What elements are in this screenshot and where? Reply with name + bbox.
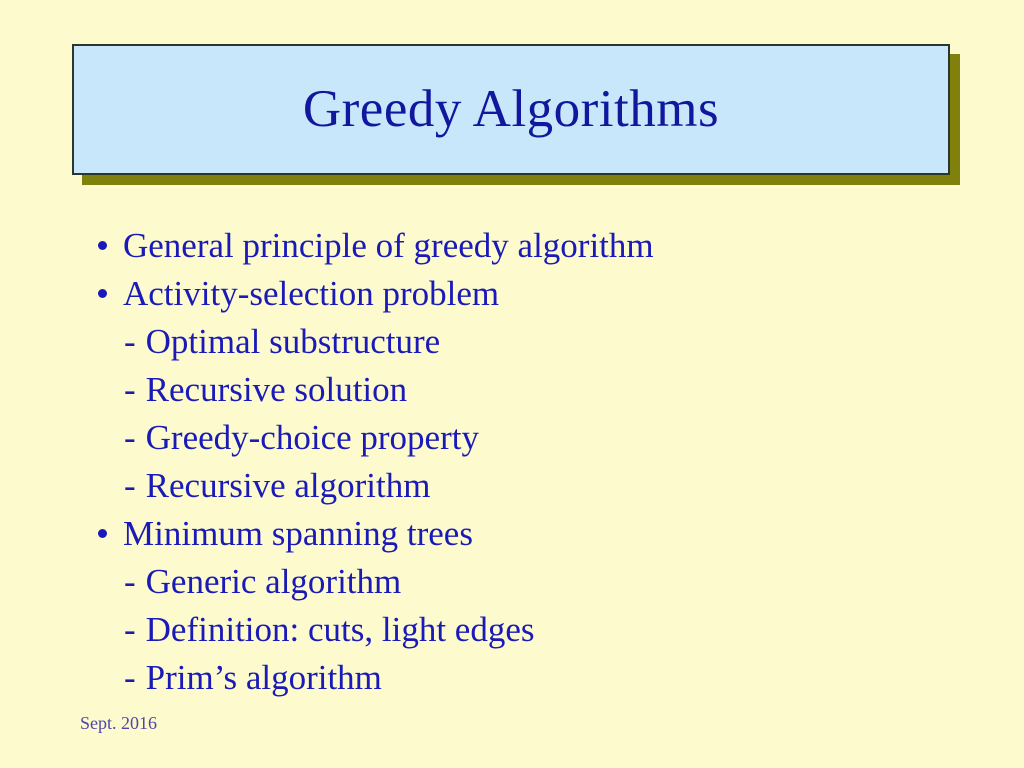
list-item-label: Recursive solution bbox=[145, 369, 408, 409]
list-item: General principle of greedy algorithm bbox=[0, 221, 1024, 269]
list-item: Activity-selection problem bbox=[0, 269, 1024, 317]
list-item-label: Minimum spanning trees bbox=[123, 513, 473, 553]
list-item-label: Recursive algorithm bbox=[145, 465, 431, 505]
dash-icon: - bbox=[124, 417, 136, 457]
dash-icon: - bbox=[124, 321, 136, 361]
list-item-label: Definition: cuts, light edges bbox=[145, 609, 535, 649]
list-item-label: Prim’s algorithm bbox=[145, 657, 382, 697]
dash-icon: - bbox=[124, 657, 136, 697]
list-item: - Recursive algorithm bbox=[0, 461, 1024, 509]
list-item-label: General principle of greedy algorithm bbox=[123, 225, 654, 265]
list-item-label: Greedy-choice property bbox=[145, 417, 479, 457]
list-item: - Recursive solution bbox=[0, 365, 1024, 413]
list-item-label: Optimal substructure bbox=[145, 321, 441, 361]
bullet-icon bbox=[98, 240, 107, 250]
bullet-icon bbox=[98, 288, 107, 298]
dash-icon: - bbox=[124, 609, 136, 649]
list-item: - Generic algorithm bbox=[0, 557, 1024, 605]
list-item: - Greedy-choice property bbox=[0, 413, 1024, 461]
list-item-label: Activity-selection problem bbox=[123, 273, 500, 313]
list-item-label: Generic algorithm bbox=[145, 561, 402, 601]
dash-icon: - bbox=[124, 369, 136, 409]
list-item: Minimum spanning trees bbox=[0, 509, 1024, 557]
slide-title: Greedy Algorithms bbox=[302, 80, 720, 138]
dash-icon: - bbox=[124, 465, 136, 505]
title-box: Greedy Algorithms bbox=[72, 44, 950, 175]
bullet-icon bbox=[98, 528, 107, 538]
list-item: - Optimal substructure bbox=[0, 317, 1024, 365]
title-block: Greedy Algorithms bbox=[72, 44, 960, 185]
content-list: General principle of greedy algorithm Act… bbox=[0, 221, 1024, 701]
footer-date: Sept. 2016 bbox=[80, 713, 158, 733]
dash-icon: - bbox=[124, 561, 136, 601]
list-item: - Definition: cuts, light edges bbox=[0, 605, 1024, 653]
list-item: - Prim’s algorithm bbox=[0, 653, 1024, 701]
